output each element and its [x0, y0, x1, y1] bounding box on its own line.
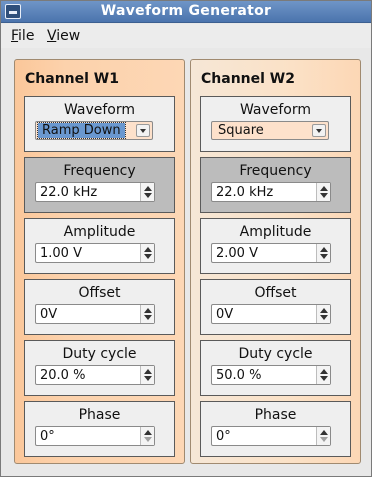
amplitude-spinbox[interactable]: 2.00 V	[211, 243, 331, 263]
spin-arrows-icon[interactable]	[316, 427, 330, 445]
chevron-down-icon[interactable]	[136, 124, 150, 137]
title-bar[interactable]: Waveform Generator	[1, 1, 371, 23]
spin-arrows-icon[interactable]	[316, 183, 330, 201]
duty-cycle-spinbox[interactable]: 20.0 %	[35, 365, 155, 385]
spin-arrows-icon[interactable]	[140, 244, 154, 262]
phase-label: Phase	[254, 407, 297, 423]
amplitude-group: Amplitude 1.00 V	[24, 218, 175, 274]
channel-title: Channel W1	[25, 71, 119, 87]
channel-w2-panel: Channel W2 Waveform Square Frequency 22.…	[190, 59, 361, 464]
amplitude-value: 1.00 V	[40, 246, 82, 261]
duty-cycle-label: Duty cycle	[238, 346, 313, 362]
duty-cycle-group: Duty cycle 50.0 %	[200, 340, 351, 396]
spin-arrows-icon[interactable]	[140, 366, 154, 384]
frequency-group: Frequency 22.0 kHz	[24, 157, 175, 213]
duty-cycle-group: Duty cycle 20.0 %	[24, 340, 175, 396]
spin-arrows-icon[interactable]	[140, 183, 154, 201]
phase-label: Phase	[78, 407, 121, 423]
offset-label: Offset	[78, 285, 121, 301]
channel-title: Channel W2	[201, 71, 295, 87]
duty-cycle-label: Duty cycle	[62, 346, 137, 362]
offset-value: 0V	[40, 307, 58, 322]
waveform-value: Square	[218, 123, 264, 138]
menu-bar: File View	[1, 24, 371, 48]
offset-spinbox[interactable]: 0V	[35, 304, 155, 324]
offset-spinbox[interactable]: 0V	[211, 304, 331, 324]
duty-cycle-value: 50.0 %	[216, 368, 262, 383]
frequency-value: 22.0 kHz	[216, 185, 274, 200]
phase-spinbox[interactable]: 0°	[211, 426, 331, 446]
frequency-group: Frequency 22.0 kHz	[200, 157, 351, 213]
waveform-value: Ramp Down	[37, 122, 126, 139]
amplitude-spinbox[interactable]: 1.00 V	[35, 243, 155, 263]
amplitude-value: 2.00 V	[216, 246, 258, 261]
duty-cycle-spinbox[interactable]: 50.0 %	[211, 365, 331, 385]
frequency-spinbox[interactable]: 22.0 kHz	[211, 182, 331, 202]
amplitude-label: Amplitude	[239, 224, 312, 240]
phase-spinbox[interactable]: 0°	[35, 426, 155, 446]
waveform-select[interactable]: Ramp Down	[35, 121, 153, 140]
phase-group: Phase 0°	[200, 401, 351, 457]
phase-group: Phase 0°	[24, 401, 175, 457]
waveform-group: Waveform Square	[200, 96, 351, 152]
window-title: Waveform Generator	[100, 3, 272, 19]
offset-value: 0V	[216, 307, 234, 322]
chevron-down-icon[interactable]	[312, 124, 326, 137]
spin-arrows-icon[interactable]	[316, 244, 330, 262]
amplitude-label: Amplitude	[63, 224, 136, 240]
menu-file[interactable]: File	[11, 28, 34, 44]
amplitude-group: Amplitude 2.00 V	[200, 218, 351, 274]
main-window: Waveform Generator File View Channel W1 …	[0, 0, 372, 477]
offset-group: Offset 0V	[200, 279, 351, 335]
spin-arrows-icon[interactable]	[316, 305, 330, 323]
waveform-label: Waveform	[239, 102, 312, 118]
offset-label: Offset	[254, 285, 297, 301]
waveform-group: Waveform Ramp Down	[24, 96, 175, 152]
waveform-select[interactable]: Square	[211, 121, 329, 140]
spin-arrows-icon[interactable]	[316, 366, 330, 384]
waveform-label: Waveform	[63, 102, 136, 118]
phase-value: 0°	[216, 429, 231, 444]
duty-cycle-value: 20.0 %	[40, 368, 86, 383]
offset-group: Offset 0V	[24, 279, 175, 335]
spin-arrows-icon[interactable]	[140, 427, 154, 445]
menu-view[interactable]: View	[47, 28, 80, 44]
frequency-label: Frequency	[63, 163, 136, 179]
frequency-spinbox[interactable]: 22.0 kHz	[35, 182, 155, 202]
channel-w1-panel: Channel W1 Waveform Ramp Down Frequency …	[14, 59, 185, 464]
phase-value: 0°	[40, 429, 55, 444]
frequency-label: Frequency	[239, 163, 312, 179]
spin-arrows-icon[interactable]	[140, 305, 154, 323]
frequency-value: 22.0 kHz	[40, 185, 98, 200]
